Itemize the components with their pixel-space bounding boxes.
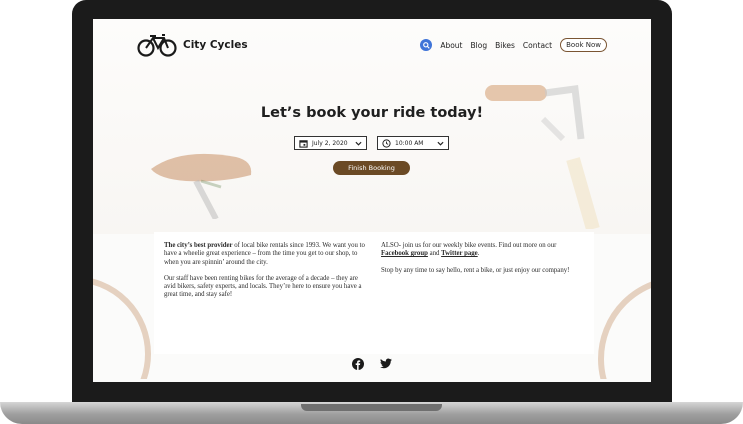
nav-link-blog[interactable]: Blog	[471, 41, 488, 50]
browser-viewport: City Cycles About Blog Bikes Contact Boo…	[93, 19, 651, 382]
logo[interactable]: City Cycles	[137, 33, 248, 57]
nav-link-about[interactable]: About	[440, 41, 462, 50]
laptop-notch	[301, 404, 442, 411]
about-left-column: The city’s best provider of local bike r…	[164, 242, 369, 308]
bicycle-icon	[137, 34, 177, 57]
chevron-down-icon	[437, 141, 444, 146]
events-text-mid: and	[427, 250, 442, 258]
intro-paragraph: The city’s best provider of local bike r…	[164, 242, 369, 267]
chevron-down-icon	[355, 141, 362, 146]
facebook-group-link[interactable]: Facebook group	[381, 250, 428, 257]
nav-link-contact[interactable]: Contact	[523, 41, 552, 50]
main-nav: About Blog Bikes Contact Book Now	[420, 38, 607, 52]
events-paragraph: ALSO- join us for our weekly bike events…	[381, 242, 586, 259]
brand-name: City Cycles	[183, 39, 248, 51]
facebook-link[interactable]	[352, 358, 364, 370]
calendar-icon	[299, 139, 308, 148]
date-picker[interactable]: July 2, 2020	[294, 136, 367, 150]
twitter-link[interactable]	[380, 358, 392, 369]
time-picker[interactable]: 10:00 AM	[377, 136, 449, 150]
twitter-page-link[interactable]: Twitter page	[441, 250, 478, 257]
twitter-icon	[380, 358, 392, 369]
page-title: Let’s book your ride today!	[260, 105, 484, 121]
facebook-icon	[352, 358, 364, 370]
clock-icon	[382, 138, 391, 148]
visit-paragraph: Stop by any time to say hello, rent a bi…	[381, 266, 570, 274]
finish-booking-button[interactable]: Finish Booking	[333, 161, 410, 175]
bike-wheel-image	[598, 281, 651, 379]
search-button[interactable]	[420, 39, 433, 51]
about-section: The city’s best provider of local bike r…	[154, 232, 594, 354]
staff-paragraph: Our staff have been renting bikes for th…	[164, 274, 362, 299]
events-text-end: .	[477, 250, 480, 258]
date-value: July 2, 2020	[312, 139, 348, 147]
intro-bold: The city’s best provider	[164, 242, 233, 249]
book-now-button[interactable]: Book Now	[560, 38, 607, 52]
time-value: 10:00 AM	[395, 139, 424, 147]
search-icon	[422, 41, 430, 49]
events-text-start: ALSO- join us for our weekly bike events…	[381, 242, 557, 249]
about-right-column: ALSO- join us for our weekly bike events…	[381, 242, 586, 283]
nav-link-bikes[interactable]: Bikes	[495, 41, 515, 50]
